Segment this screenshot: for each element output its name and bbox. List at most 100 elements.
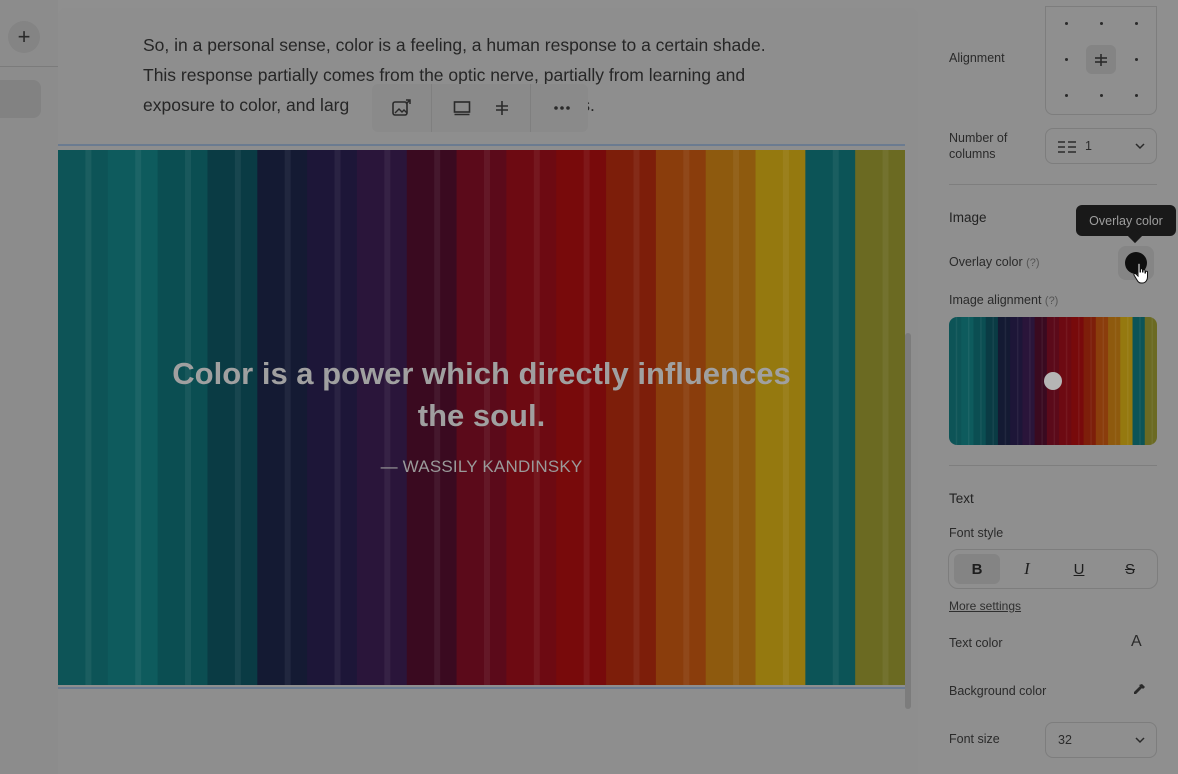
image-stripe-highlight — [1016, 317, 1019, 445]
text-color-label: Text color — [949, 636, 1003, 650]
align-top-center[interactable] — [1100, 22, 1103, 25]
quote-line: the soul. — [417, 398, 546, 433]
help-icon[interactable]: (?) — [1026, 257, 1039, 269]
align-bottom-left[interactable] — [1065, 94, 1068, 97]
image-stripe-highlight — [1127, 317, 1129, 445]
quote-text[interactable]: Color is a power which directly influenc… — [118, 353, 845, 437]
image-alignment-label: Image alignment (?) — [949, 293, 1058, 307]
image-stripe — [1083, 317, 1097, 445]
image-stripe — [1108, 317, 1121, 445]
image-stripe — [1095, 317, 1109, 445]
rail-divider — [0, 66, 58, 67]
image-stripe — [1071, 317, 1085, 445]
canvas-scrollbar[interactable] — [905, 333, 911, 709]
image-stripe-highlight — [1041, 317, 1043, 445]
image-stripe — [973, 317, 987, 445]
align-center-icon — [496, 101, 508, 115]
block-selection-outline-bottom — [58, 687, 905, 689]
image-stripe-highlight — [1102, 317, 1105, 445]
quote-image-block[interactable]: Color is a power which directly influenc… — [58, 150, 905, 685]
chevron-down-icon — [1135, 143, 1145, 150]
image-stripe — [58, 150, 109, 685]
image-stripe — [1010, 317, 1023, 445]
align-middle-right[interactable] — [1135, 58, 1138, 61]
vertical-align-button[interactable] — [490, 96, 514, 120]
image-stripe — [949, 317, 962, 445]
quote-line: Color is a power which directly influenc… — [172, 356, 791, 391]
chevron-down-icon — [1135, 737, 1145, 744]
image-stripe-highlight — [967, 317, 970, 445]
more-settings-link[interactable]: More settings — [949, 599, 1021, 613]
columns-value: 1 — [1085, 139, 1092, 153]
card-layout-icon — [453, 101, 471, 116]
image-alignment-text: Image alignment — [949, 293, 1042, 307]
overlay-color-button[interactable] — [1118, 246, 1154, 284]
image-stripe-highlight — [1090, 317, 1092, 445]
text-color-button[interactable]: A — [1131, 633, 1142, 651]
image-stripe — [1132, 317, 1146, 445]
align-bottom-right[interactable] — [1135, 94, 1138, 97]
image-swap-icon — [392, 99, 411, 116]
image-stripe-highlight — [980, 317, 982, 445]
bold-button[interactable]: B — [954, 554, 1000, 584]
overlay-color-label: Overlay color (?) — [949, 255, 1040, 269]
align-middle-left[interactable] — [1065, 58, 1068, 61]
rail-item-active[interactable] — [0, 80, 41, 118]
layout-button[interactable] — [450, 96, 474, 120]
add-block-button[interactable]: + — [8, 21, 40, 53]
font-style-group: B I U S — [948, 549, 1158, 589]
columns-select[interactable]: 1 — [1045, 128, 1157, 164]
columns-icon — [1058, 141, 1076, 153]
toolbar-divider — [530, 84, 531, 132]
replace-image-button[interactable] — [390, 96, 414, 120]
font-size-select[interactable]: 32 — [1045, 722, 1157, 758]
quote-author[interactable]: — WASSILY KANDINSKY — [58, 457, 905, 477]
align-top-left[interactable] — [1065, 22, 1068, 25]
image-stripe — [1120, 317, 1134, 445]
plus-icon: + — [17, 24, 31, 49]
block-selection-outline-top — [58, 144, 905, 146]
alignment-grid[interactable] — [1045, 6, 1157, 115]
focal-point-handle[interactable] — [1044, 372, 1062, 390]
toolbar-divider — [431, 84, 432, 132]
image-stripe-highlight — [1078, 317, 1080, 445]
paragraph-line: So, in a personal sense, color is a feel… — [143, 35, 766, 55]
block-toolbar — [372, 84, 588, 132]
overlay-color-tooltip: Overlay color — [1076, 205, 1176, 236]
image-stripe-highlight — [1029, 317, 1031, 445]
underline-button[interactable]: U — [1056, 554, 1102, 584]
overlay-color-text: Overlay color — [949, 255, 1023, 269]
italic-button[interactable]: I — [1004, 554, 1050, 584]
align-center-icon — [1095, 53, 1107, 66]
editor-canvas: So, in a personal sense, color is a feel… — [58, 8, 918, 774]
image-stripe — [1022, 317, 1036, 445]
image-stripe-highlight — [1139, 317, 1141, 445]
image-stripe — [961, 317, 974, 445]
image-stripe-highlight — [955, 317, 958, 445]
font-size-value: 32 — [1058, 733, 1072, 747]
image-stripe — [997, 317, 1011, 445]
text-section-heading: Text — [949, 491, 974, 506]
strikethrough-button[interactable]: S — [1107, 554, 1153, 584]
image-stripe-highlight — [1114, 317, 1117, 445]
panel-divider — [949, 465, 1157, 466]
align-top-right[interactable] — [1135, 22, 1138, 25]
font-style-label: Font style — [949, 526, 1004, 540]
align-bottom-center[interactable] — [1100, 94, 1103, 97]
image-focal-point-picker[interactable] — [949, 317, 1157, 445]
eyedropper-icon[interactable] — [1132, 683, 1146, 697]
image-stripe-highlight — [1004, 317, 1007, 445]
columns-label: Number of columns — [949, 131, 1008, 161]
image-stripe — [1144, 317, 1157, 445]
help-icon[interactable]: (?) — [1045, 295, 1058, 307]
image-section-heading: Image — [949, 210, 987, 225]
more-horizontal-icon — [554, 106, 570, 110]
image-stripe-highlight — [882, 150, 889, 685]
background-color-label: Background color — [949, 684, 1047, 698]
panel-divider — [949, 184, 1157, 185]
image-stripe-highlight — [992, 317, 994, 445]
image-stripe-highlight — [1065, 317, 1068, 445]
align-middle-center[interactable] — [1086, 45, 1116, 74]
more-options-button[interactable] — [550, 96, 574, 120]
font-size-label: Font size — [949, 732, 1000, 746]
